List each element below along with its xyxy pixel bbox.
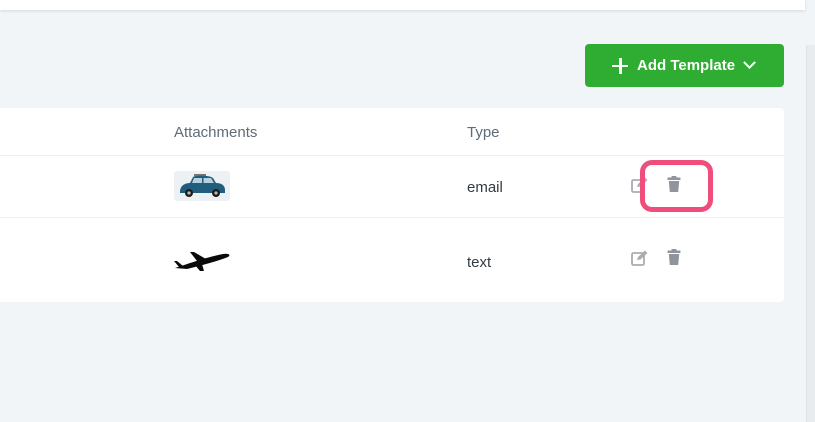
top-bar — [0, 0, 805, 10]
templates-table: Attachments Type email text — [0, 108, 784, 302]
type-cell: text — [467, 254, 492, 271]
edit-icon[interactable] — [631, 177, 648, 193]
trash-icon[interactable] — [667, 249, 681, 265]
header-divider — [0, 155, 784, 156]
chevron-down-icon — [743, 56, 756, 70]
airplane-attachment-thumbnail[interactable] — [173, 247, 231, 272]
type-cell: email — [467, 179, 503, 196]
car-attachment-thumbnail[interactable] — [174, 171, 230, 201]
add-template-button[interactable]: Add Template — [585, 44, 784, 87]
plus-icon — [612, 57, 628, 74]
row-divider — [0, 217, 784, 218]
scrollbar-track[interactable] — [806, 45, 815, 422]
add-template-label: Add Template — [637, 57, 736, 74]
column-header-attachments: Attachments — [174, 124, 258, 141]
trash-icon[interactable] — [667, 176, 681, 192]
edit-icon[interactable] — [631, 250, 648, 266]
column-header-type: Type — [467, 124, 500, 141]
